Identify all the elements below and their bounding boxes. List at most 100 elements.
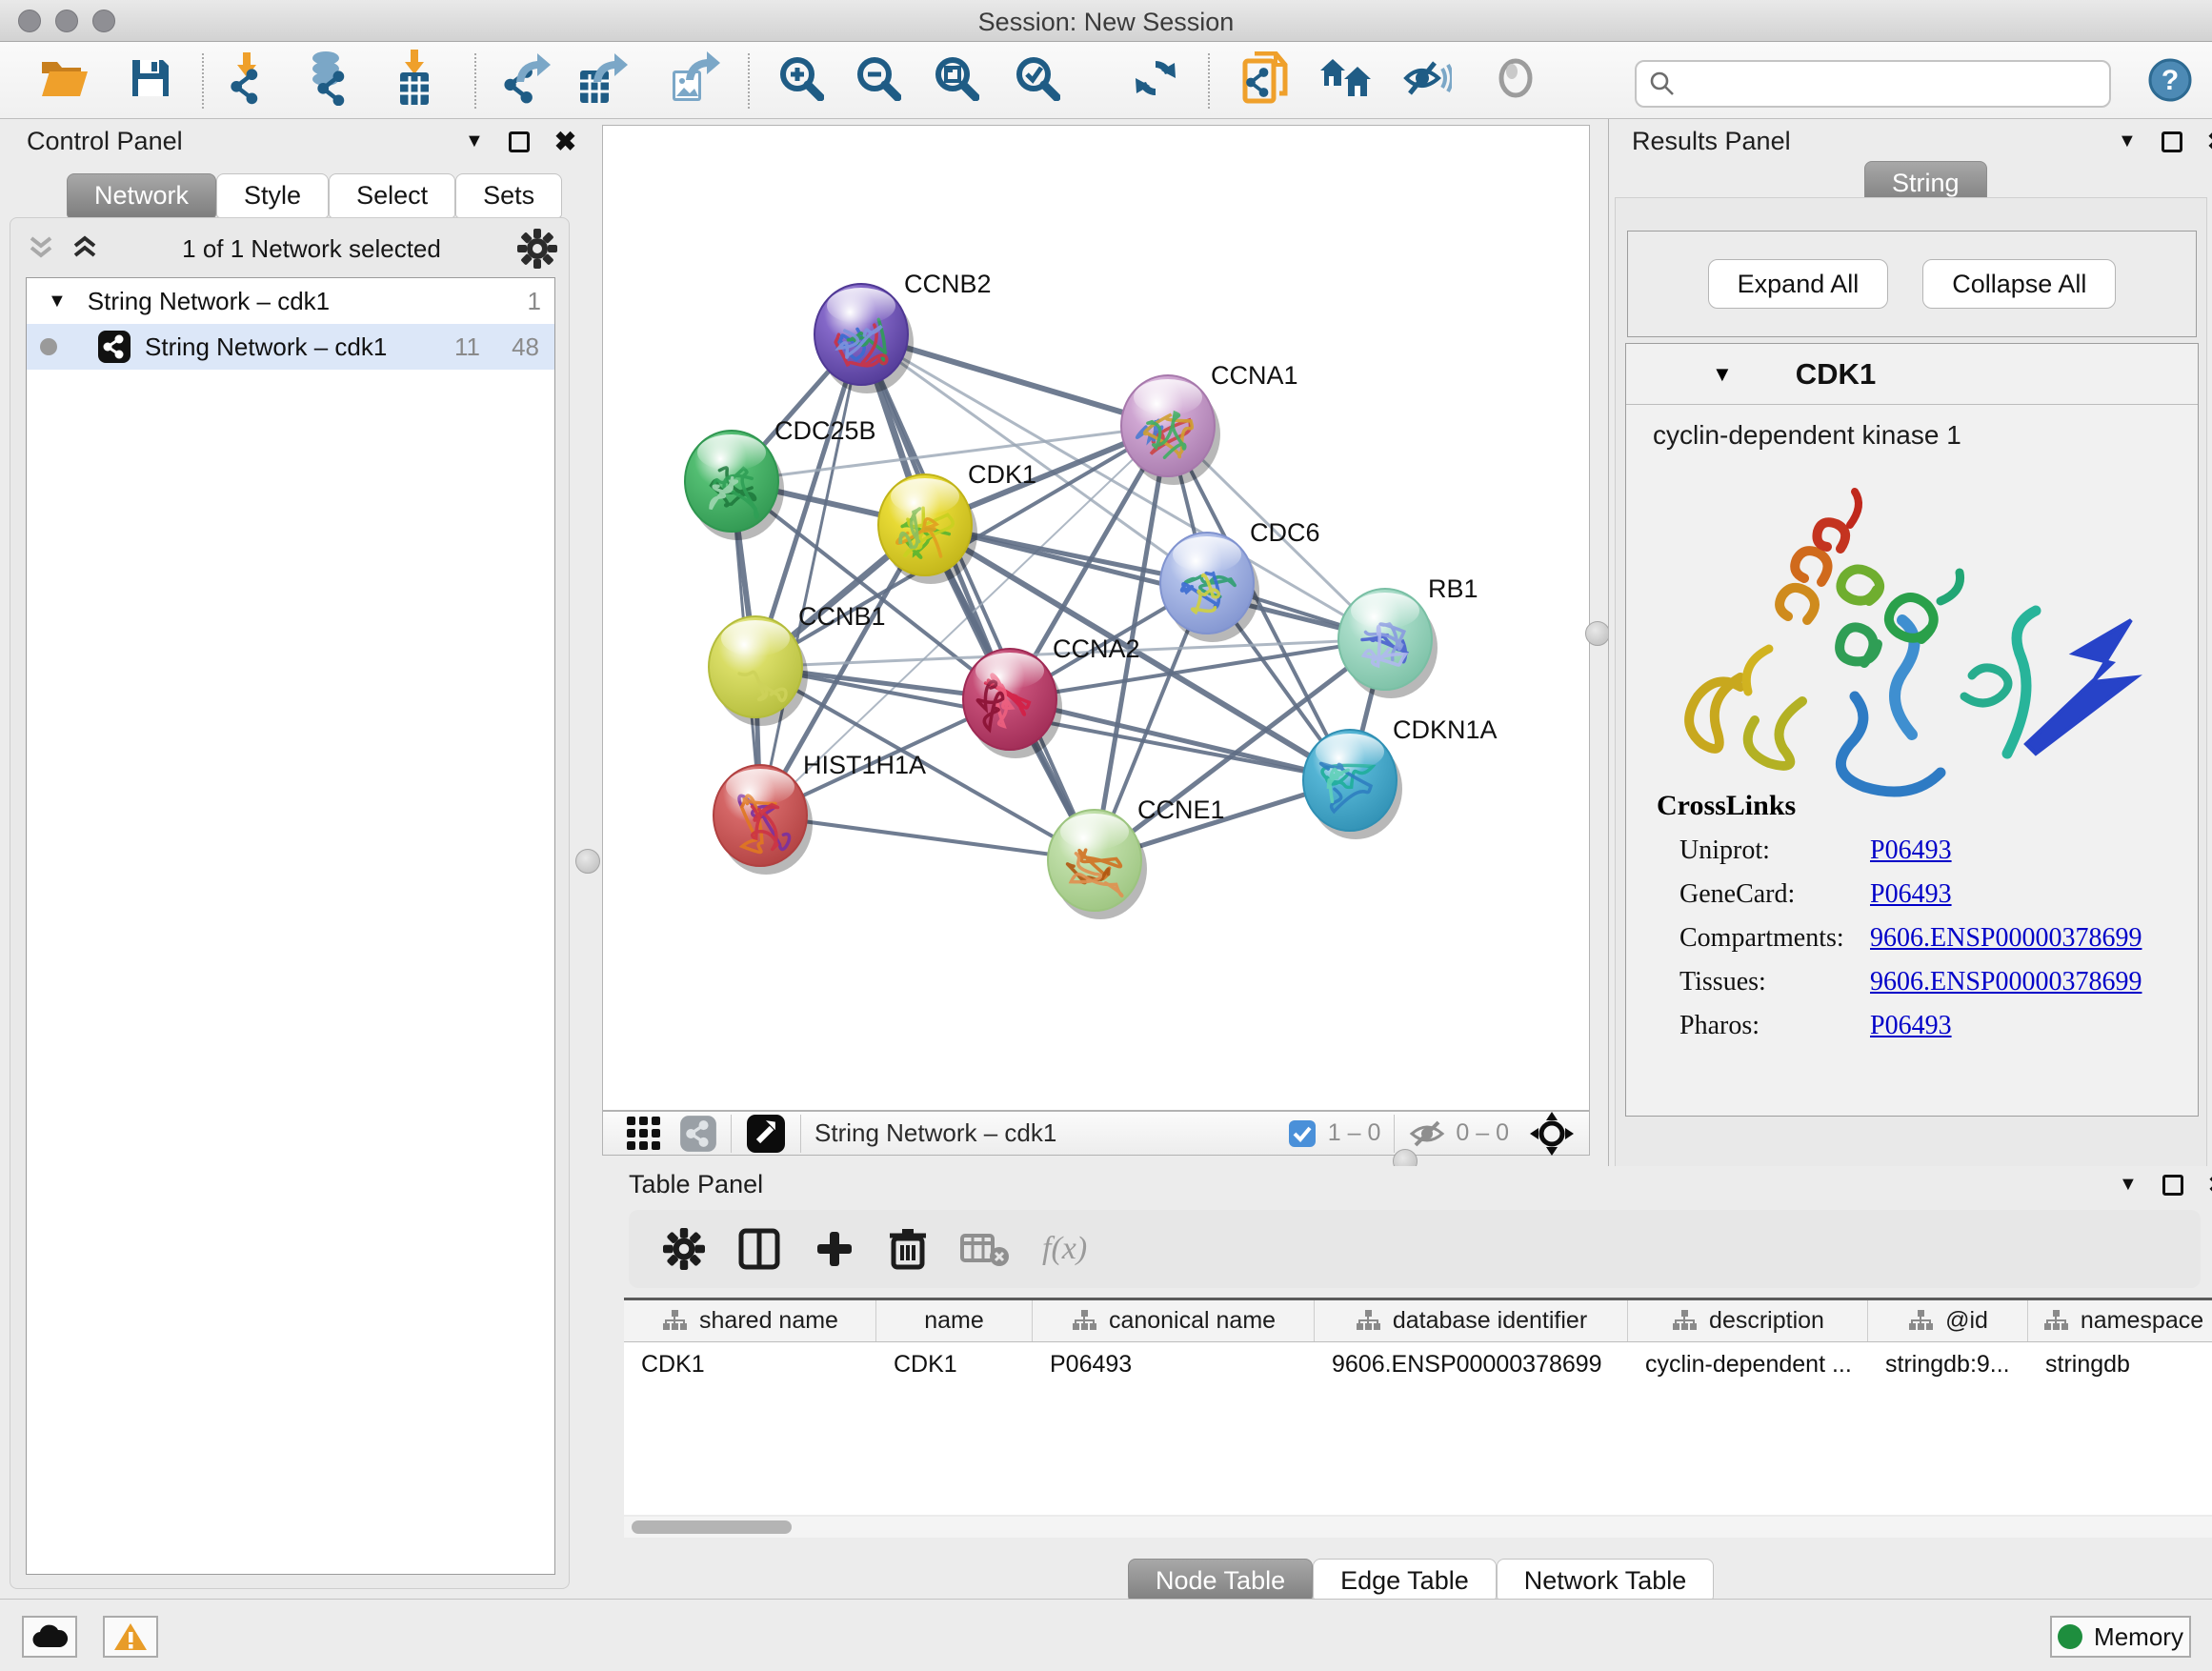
export-image-button[interactable]	[666, 49, 725, 111]
session-home-button[interactable]	[1317, 49, 1376, 111]
expand-all-button[interactable]: Expand All	[1708, 259, 1889, 309]
crosslink-link[interactable]: P06493	[1870, 836, 1952, 866]
column-header-name[interactable]: name	[876, 1300, 1033, 1341]
cloud-button[interactable]	[22, 1616, 77, 1658]
panel-float-icon[interactable]	[2162, 1175, 2183, 1196]
tab-sets[interactable]: Sets	[455, 173, 562, 218]
show-columns-icon[interactable]	[737, 1227, 781, 1271]
network-edge[interactable]	[760, 334, 861, 815]
column-type-icon	[2042, 1309, 2069, 1334]
network-collection-row[interactable]: ▼ String Network – cdk1 1	[27, 278, 554, 324]
network-row-selected[interactable]: String Network – cdk1 11 48	[27, 324, 554, 370]
table-cell[interactable]: stringdb	[2028, 1342, 2212, 1386]
table-row[interactable]: CDK1CDK1P064939606.ENSP00000378699cyclin…	[624, 1342, 2212, 1386]
collapse-all-button[interactable]: Collapse All	[1922, 259, 2116, 309]
column-header-@id[interactable]: @id	[1868, 1300, 2028, 1341]
import-table-file-button[interactable]	[387, 49, 446, 111]
fit-content-crosshair-icon[interactable]	[1530, 1112, 1574, 1156]
memory-button[interactable]: Memory	[2050, 1616, 2191, 1658]
network-node-HIST1H1A[interactable]: HIST1H1A	[714, 751, 926, 875]
column-header-canonical-name[interactable]: canonical name	[1033, 1300, 1315, 1341]
panel-close-icon[interactable]: ✖	[2207, 131, 2212, 152]
table-options-gear-icon[interactable]	[663, 1228, 705, 1270]
network-view-canvas[interactable]: CCNB2CCNA1CDC25BCDK1CDC6RB1CCNB1CCNA2CDK…	[602, 125, 1590, 1111]
column-header-shared-name[interactable]: shared name	[624, 1300, 876, 1341]
panel-float-icon[interactable]	[2162, 131, 2182, 152]
table-cell[interactable]: CDK1	[876, 1342, 1033, 1386]
import-network-file-button[interactable]	[217, 49, 276, 111]
table-cell[interactable]: P06493	[1033, 1342, 1315, 1386]
panel-menu-icon[interactable]: ▼	[2119, 1174, 2138, 1196]
create-column-plus-icon[interactable]	[814, 1228, 855, 1270]
crosslink-link[interactable]: P06493	[1870, 1011, 1952, 1041]
tab-edge-table[interactable]: Edge Table	[1313, 1559, 1497, 1603]
crosslink-link[interactable]: 9606.ENSP00000378699	[1870, 967, 2142, 997]
gene-section-header[interactable]: ▼ CDK1	[1626, 344, 2198, 405]
tab-style[interactable]: Style	[216, 173, 329, 218]
network-node-CCNA1[interactable]: CCNA1	[1121, 361, 1298, 485]
network-edge[interactable]	[861, 334, 1095, 860]
network-node-CCNB2[interactable]: CCNB2	[814, 270, 992, 393]
tab-node-table[interactable]: Node Table	[1128, 1559, 1313, 1603]
panel-close-icon[interactable]: ✖	[554, 131, 576, 152]
column-header-namespace[interactable]: namespace	[2028, 1300, 2212, 1341]
network-snapshot-button[interactable]	[1236, 49, 1295, 111]
network-node-CCNB1[interactable]: CCNB1	[709, 602, 886, 726]
tab-select[interactable]: Select	[329, 173, 455, 218]
zoom-in-button[interactable]	[772, 49, 831, 111]
table-cell[interactable]: stringdb:9...	[1868, 1342, 2028, 1386]
status-bar: Memory	[0, 1599, 2212, 1671]
network-node-CCNE1[interactable]: CCNE1	[1048, 795, 1225, 919]
column-header-description[interactable]: description	[1628, 1300, 1868, 1341]
network-options-gear-icon[interactable]	[517, 229, 557, 269]
birds-eye-view-icon[interactable]	[624, 1114, 664, 1154]
panel-menu-icon[interactable]: ▼	[465, 131, 484, 152]
search-input[interactable]	[1677, 70, 2086, 97]
network-node-RB1[interactable]: RB1	[1338, 574, 1478, 698]
zoom-selected-icon	[1015, 55, 1060, 106]
export-network-button[interactable]	[496, 49, 555, 111]
collapse-all-icon[interactable]	[24, 232, 62, 265]
disclosure-triangle-icon[interactable]: ▼	[1712, 362, 1733, 387]
selection-status: 1 of 1 Network selected	[106, 234, 517, 264]
crosslink-link[interactable]: P06493	[1870, 879, 1952, 910]
export-image-icon	[671, 51, 720, 110]
warnings-button[interactable]	[103, 1616, 158, 1658]
network-node-CDK1[interactable]: CDK1	[878, 460, 1036, 584]
panel-menu-icon[interactable]: ▼	[2118, 131, 2137, 152]
node-label: CDKN1A	[1393, 715, 1498, 744]
network-node-CDC6[interactable]: CDC6	[1160, 518, 1320, 642]
selected-checkbox-icon[interactable]	[1288, 1119, 1317, 1148]
save-session-button[interactable]	[121, 49, 180, 111]
network-node-CDKN1A[interactable]: CDKN1A	[1303, 715, 1498, 839]
disclosure-triangle-icon[interactable]: ▼	[48, 291, 67, 312]
gene-description: cyclin-dependent kinase 1	[1653, 420, 2198, 451]
table-cell[interactable]: 9606.ENSP00000378699	[1315, 1342, 1628, 1386]
help-button[interactable]: ?	[2141, 49, 2200, 111]
table-cell[interactable]: CDK1	[624, 1342, 876, 1386]
hide-panel-button[interactable]	[1398, 49, 1457, 111]
table-cell[interactable]: cyclin-dependent ...	[1628, 1342, 1868, 1386]
tab-network[interactable]: Network	[67, 173, 216, 218]
open-session-button[interactable]	[35, 49, 94, 111]
scrollbar-thumb[interactable]	[632, 1520, 792, 1534]
delete-column-trash-icon[interactable]	[888, 1227, 928, 1271]
import-network-database-button[interactable]	[298, 49, 357, 111]
tab-network-table[interactable]: Network Table	[1497, 1559, 1715, 1603]
vertical-splitter-grip[interactable]	[575, 849, 600, 874]
table-horizontal-scrollbar[interactable]	[624, 1517, 2212, 1538]
column-header-database-identifier[interactable]: database identifier	[1315, 1300, 1628, 1341]
panel-float-icon[interactable]	[509, 131, 530, 152]
open-in-new-window-icon[interactable]	[745, 1113, 787, 1155]
zoom-fit-button[interactable]	[927, 49, 986, 111]
export-table-button[interactable]	[573, 49, 633, 111]
expand-all-icon[interactable]	[68, 232, 106, 265]
search-box[interactable]	[1635, 60, 2111, 108]
apply-layout-button[interactable]	[1126, 49, 1185, 111]
panel-close-icon[interactable]: ✖	[2208, 1175, 2212, 1196]
show-graphics-details-button[interactable]	[1486, 49, 1545, 111]
crosslink-link[interactable]: 9606.ENSP00000378699	[1870, 923, 2142, 954]
zoom-out-button[interactable]	[849, 49, 908, 111]
vertical-splitter-grip[interactable]	[1585, 621, 1610, 646]
zoom-selected-button[interactable]	[1008, 49, 1067, 111]
